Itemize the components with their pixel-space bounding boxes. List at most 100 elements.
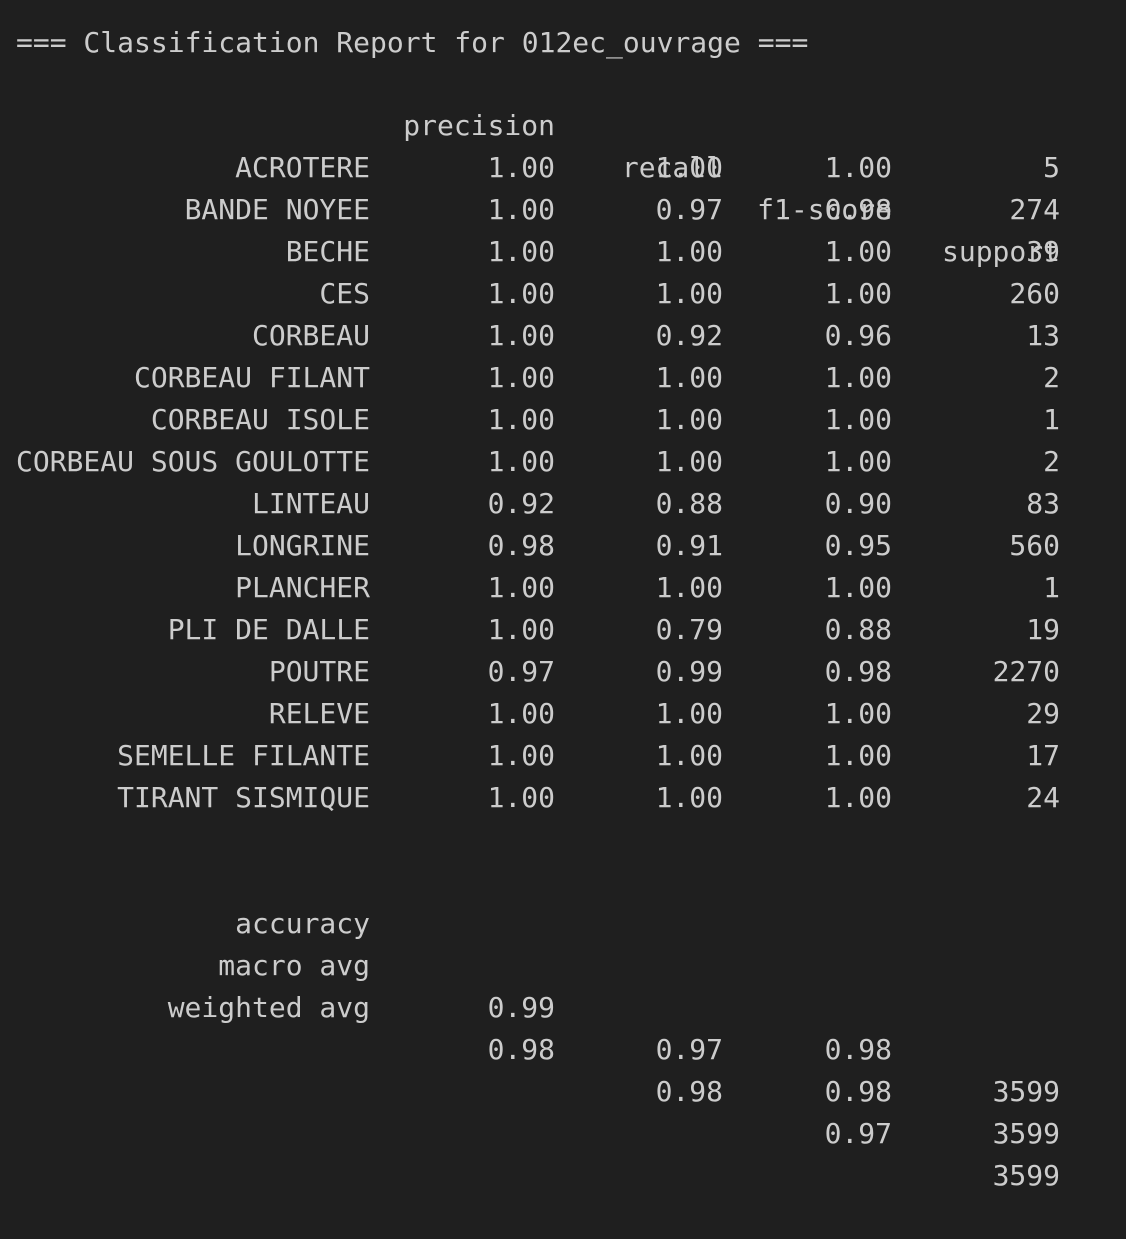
row-label: TIRANT SISMIQUE — [117, 781, 370, 814]
row-support: 83 — [1026, 487, 1060, 520]
row-f1-score: 1.00 — [824, 697, 892, 730]
row-label: PLI DE DALLE — [167, 613, 370, 646]
row-f1-score: 1.00 — [824, 151, 892, 184]
row-f1-score: 1.00 — [824, 277, 892, 310]
row-label: weighted avg — [167, 991, 370, 1024]
row-label: PLANCHER — [235, 571, 370, 604]
row-label: CORBEAU SOUS GOULOTTE — [15, 445, 370, 478]
row-recall: 1.00 — [655, 277, 723, 310]
header-row: precision recall f1-score support — [0, 63, 1126, 268]
row-label: SEMELLE FILANTE — [117, 739, 370, 772]
row-f1-score: 0.98 — [824, 1075, 892, 1108]
row-f1-score: 1.00 — [824, 235, 892, 268]
row-recall: 0.97 — [655, 1033, 723, 1066]
row-support: 2 — [1043, 445, 1060, 478]
row-label: POUTRE — [268, 655, 370, 688]
row-recall: 1.00 — [655, 571, 723, 604]
row-recall: 0.91 — [655, 529, 723, 562]
row-support: 24 — [1026, 781, 1060, 814]
table-row: LINTEAU 0.92 0.88 0.90 83 — [0, 483, 1126, 525]
row-f1-score: 0.97 — [824, 1117, 892, 1150]
row-label: CORBEAU — [251, 319, 370, 352]
row-support: 29 — [1026, 697, 1060, 730]
table-row: ACROTERE 1.00 1.00 1.00 5 — [0, 147, 1126, 189]
row-recall: 1.00 — [655, 739, 723, 772]
table-row: BECHE 1.00 1.00 1.00 39 — [0, 231, 1126, 273]
table-row: SEMELLE FILANTE 1.00 1.00 1.00 17 — [0, 735, 1126, 777]
row-precision: 1.00 — [487, 403, 555, 436]
row-recall: 0.79 — [655, 613, 723, 646]
row-label: ACROTERE — [235, 151, 370, 184]
row-precision: 1.00 — [487, 739, 555, 772]
table-row: PLI DE DALLE 1.00 0.79 0.88 19 — [0, 609, 1126, 651]
row-support: 39 — [1026, 235, 1060, 268]
row-f1-score: 1.00 — [824, 445, 892, 478]
row-precision: 0.92 — [487, 487, 555, 520]
row-precision: 1.00 — [487, 277, 555, 310]
row-support: 274 — [1009, 193, 1060, 226]
table-row: POUTRE 0.97 0.99 0.98 2270 — [0, 651, 1126, 693]
row-recall: 1.00 — [655, 151, 723, 184]
summary-row-accuracy: accuracy 0.98 3599 — [0, 861, 1126, 1108]
row-f1-score: 0.95 — [824, 529, 892, 562]
row-precision: 1.00 — [487, 445, 555, 478]
row-support: 2270 — [992, 655, 1060, 688]
row-recall: 0.92 — [655, 319, 723, 352]
row-precision: 1.00 — [487, 193, 555, 226]
row-support: 560 — [1009, 529, 1060, 562]
row-label: LONGRINE — [235, 529, 370, 562]
row-f1-score: 0.96 — [824, 319, 892, 352]
row-recall: 0.98 — [655, 1075, 723, 1108]
row-precision: 0.99 — [487, 991, 555, 1024]
table-row: PLANCHER 1.00 1.00 1.00 1 — [0, 567, 1126, 609]
row-label: RELEVE — [268, 697, 370, 730]
row-support: 5 — [1043, 151, 1060, 184]
table-row: CORBEAU FILANT 1.00 1.00 1.00 2 — [0, 357, 1126, 399]
row-f1-score: 1.00 — [824, 781, 892, 814]
row-recall: 1.00 — [655, 781, 723, 814]
row-label: LINTEAU — [251, 487, 370, 520]
row-precision: 1.00 — [487, 571, 555, 604]
row-label: CES — [319, 277, 370, 310]
row-f1-score: 1.00 — [824, 403, 892, 436]
row-support: 3599 — [992, 1117, 1060, 1150]
row-f1-score: 0.88 — [824, 613, 892, 646]
row-f1-score: 0.98 — [824, 1033, 892, 1066]
row-label: BANDE NOYEE — [184, 193, 370, 226]
row-precision: 1.00 — [487, 697, 555, 730]
table-row: CORBEAU 1.00 0.92 0.96 13 — [0, 315, 1126, 357]
terminal-output: === Classification Report for 012ec_ouvr… — [0, 0, 1126, 1192]
row-support: 1 — [1043, 571, 1060, 604]
row-support: 1 — [1043, 403, 1060, 436]
table-row: LONGRINE 0.98 0.91 0.95 560 — [0, 525, 1126, 567]
row-precision: 0.98 — [487, 1033, 555, 1066]
row-label: CORBEAU FILANT — [133, 361, 370, 394]
table-row: CORBEAU SOUS GOULOTTE 1.00 1.00 1.00 2 — [0, 441, 1126, 483]
row-label: BECHE — [285, 235, 370, 268]
row-recall: 1.00 — [655, 445, 723, 478]
row-support: 17 — [1026, 739, 1060, 772]
row-support: 260 — [1009, 277, 1060, 310]
row-recall: 1.00 — [655, 697, 723, 730]
row-support: 2 — [1043, 361, 1060, 394]
row-precision: 1.00 — [487, 361, 555, 394]
table-row: TIRANT SISMIQUE 1.00 1.00 1.00 24 — [0, 777, 1126, 819]
header-precision: precision — [403, 109, 555, 142]
row-f1-score: 1.00 — [824, 361, 892, 394]
row-recall: 1.00 — [655, 403, 723, 436]
row-recall: 1.00 — [655, 235, 723, 268]
row-support: 19 — [1026, 613, 1060, 646]
row-f1-score: 1.00 — [824, 739, 892, 772]
row-label: CORBEAU ISOLE — [150, 403, 370, 436]
row-support: 13 — [1026, 319, 1060, 352]
row-recall: 1.00 — [655, 361, 723, 394]
row-recall: 0.88 — [655, 487, 723, 520]
row-precision: 1.00 — [487, 613, 555, 646]
row-precision: 1.00 — [487, 235, 555, 268]
summary-row-macro-avg: macro avg 0.99 0.97 0.98 3599 — [0, 903, 1126, 1150]
summary-row-weighted-avg: weighted avg 0.98 0.98 0.97 3599 — [0, 945, 1126, 1192]
row-recall — [565, 987, 723, 1029]
row-f1-score: 0.98 — [824, 193, 892, 226]
row-support: 3599 — [992, 1075, 1060, 1108]
row-recall: 0.97 — [655, 193, 723, 226]
